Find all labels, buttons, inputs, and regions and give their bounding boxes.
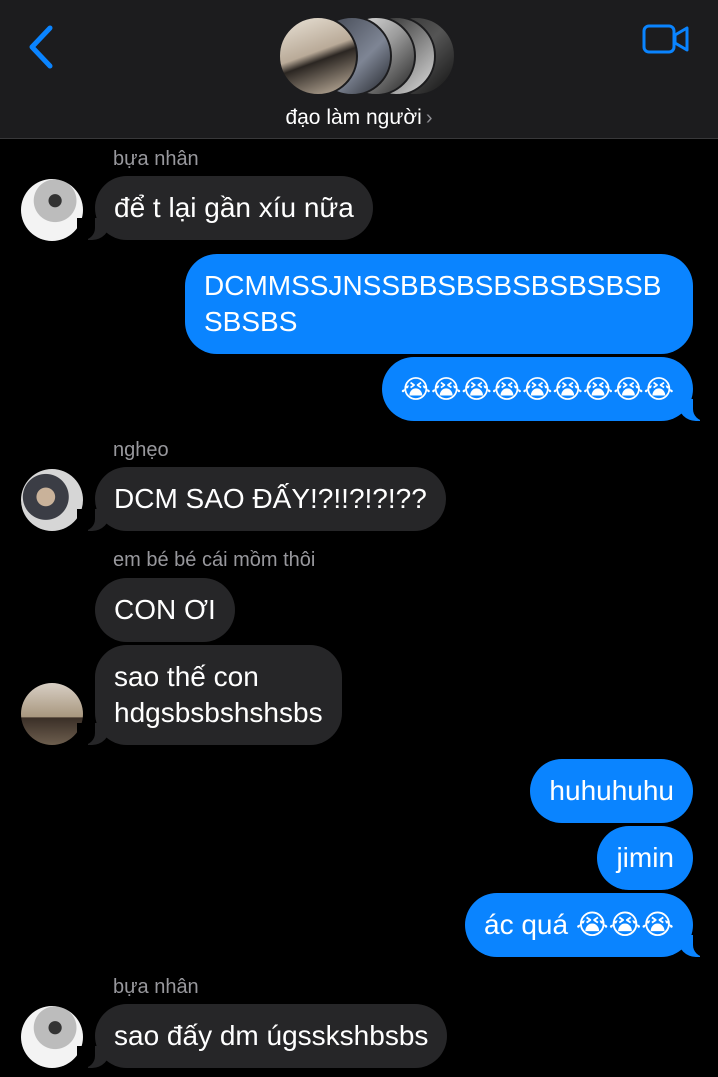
back-button[interactable] — [22, 22, 62, 72]
avatar[interactable] — [21, 469, 83, 531]
incoming-message-bubble[interactable]: sao thế con hdgsbsbshshsbs — [77, 645, 342, 745]
outgoing-message-bubble[interactable]: huhuhuhu — [530, 759, 693, 823]
outgoing-message-bubble[interactable]: ác quá 😭😭😭 — [465, 893, 711, 957]
sender-name: nghẹo — [113, 439, 169, 461]
outgoing-message-bubble[interactable]: 😭😭😭😭😭😭😭😭😭 — [381, 357, 712, 421]
chevron-right-icon: › — [425, 107, 433, 129]
avatar[interactable] — [21, 683, 83, 745]
group-name: đạo làm người — [285, 106, 422, 129]
member-avatar — [278, 16, 358, 96]
avatar[interactable] — [21, 1006, 83, 1068]
incoming-message-bubble[interactable]: để t lại gần xíu nữa — [77, 176, 373, 240]
avatar[interactable] — [21, 179, 83, 241]
video-camera-icon — [642, 24, 689, 54]
incoming-message-bubble[interactable]: DCM SAO ĐẤY!?!!?!?!?? — [77, 467, 446, 531]
incoming-message-bubble[interactable]: CON ƠI — [95, 578, 235, 642]
sender-name: bựa nhân — [113, 976, 199, 998]
group-name-button[interactable]: đạo làm người › — [0, 106, 718, 130]
chat-header: đạo làm người › — [0, 0, 718, 139]
video-call-button[interactable] — [642, 22, 690, 58]
sender-name: bựa nhân — [113, 148, 199, 170]
incoming-message-bubble[interactable]: sao đấy dm úgsskshbsbs — [76, 1004, 448, 1068]
outgoing-message-bubble[interactable]: DCMMSSJNSSBBSBSBSBSBSBSB SBSBS — [185, 254, 693, 354]
sender-name: em bé bé cái mồm thôi — [113, 549, 316, 571]
chevron-left-icon — [29, 25, 53, 69]
outgoing-message-bubble[interactable]: jimin — [597, 826, 693, 890]
group-avatar[interactable] — [278, 16, 456, 96]
